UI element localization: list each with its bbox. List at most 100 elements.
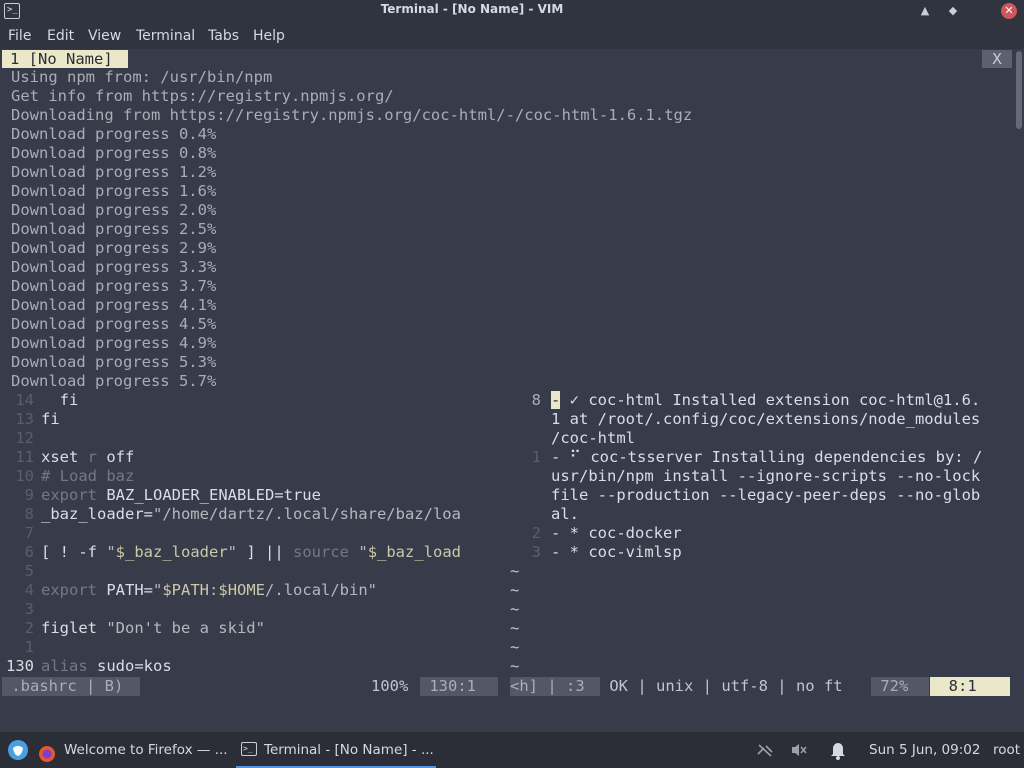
code-line: export PATH="$PATH:$HOME/.local/bin" xyxy=(41,581,378,599)
notification-bell-icon[interactable] xyxy=(829,740,847,764)
volume-muted-icon[interactable] xyxy=(790,742,808,762)
extension-line: al. xyxy=(551,505,579,523)
output-line: Download progress 4.5% xyxy=(11,315,217,333)
statusline-right-position: 8:1 xyxy=(930,677,1010,696)
window-title: Terminal - [No Name] - VIM xyxy=(380,2,564,16)
output-line: Download progress 2.5% xyxy=(11,220,217,238)
line-number: 11 xyxy=(15,448,34,466)
output-line: Get info from https://registry.npmjs.org… xyxy=(11,87,394,105)
statusline-left-percent: 100% xyxy=(371,677,409,695)
empty-line-tilde: ~ xyxy=(510,638,520,656)
output-line: Download progress 0.8% xyxy=(11,144,217,162)
output-line: Download progress 4.1% xyxy=(11,296,217,314)
code-line: figlet "Don't be a skid" xyxy=(41,619,265,637)
line-number: 3 xyxy=(24,600,34,618)
clock[interactable]: Sun 5 Jun, 09:02 xyxy=(869,732,980,768)
line-number: 9 xyxy=(24,486,34,504)
terminal-scrollbar[interactable] xyxy=(1016,51,1022,129)
line-number: 6 xyxy=(24,543,34,561)
line-number: 1 xyxy=(24,638,34,656)
line-number: 12 xyxy=(15,429,34,447)
output-line: Downloading from https://registry.npmjs.… xyxy=(11,106,693,124)
output-line: Download progress 0.4% xyxy=(11,125,217,143)
code-line: xset r off xyxy=(41,448,135,466)
terminal-icon: >_ xyxy=(241,742,257,756)
whisker-menu-icon[interactable] xyxy=(7,739,29,765)
output-line: Download progress 3.3% xyxy=(11,258,217,276)
cursor: - xyxy=(551,391,561,409)
extension-line: - ✓ coc-html Installed extension coc-htm… xyxy=(551,391,981,409)
code-line: fi xyxy=(41,391,79,409)
line-number: 13 xyxy=(15,410,34,428)
taskbar-firefox-item[interactable]: Welcome to Firefox — ... xyxy=(36,732,232,768)
menu-view[interactable]: View xyxy=(88,28,121,44)
statusline-left-file: .bashrc | B) xyxy=(2,677,140,696)
close-button[interactable]: ✕ xyxy=(1001,3,1017,19)
vim-statusline: .bashrc | B) 100% 130:1 <h] | :3 OK | un… xyxy=(0,677,1024,696)
code-line: fi xyxy=(41,410,60,428)
menu-edit[interactable]: Edit xyxy=(47,28,74,44)
extension-line: /coc-html xyxy=(551,429,635,447)
statusline-left-position: 130:1 xyxy=(420,677,498,696)
code-line: export BAZ_LOADER_ENABLED=true xyxy=(41,486,321,504)
output-line: Download progress 1.2% xyxy=(11,163,217,181)
extension-line: - ⠋ coc-tsserver Installing dependencies… xyxy=(551,448,983,466)
line-number: 14 xyxy=(15,391,34,409)
extension-line: file --production --legacy-peer-deps --n… xyxy=(551,486,981,504)
code-line: [ ! -f "$_baz_loader" ] || source "$_baz… xyxy=(41,543,462,561)
empty-line-tilde: ~ xyxy=(510,657,520,675)
menu-bar: File Edit View Terminal Tabs Help xyxy=(0,22,1024,49)
menu-terminal[interactable]: Terminal xyxy=(136,28,195,44)
vim-tab-close-button[interactable]: X xyxy=(982,50,1012,68)
output-line: Download progress 5.3% xyxy=(11,353,217,371)
minimize-button[interactable]: ▲ xyxy=(917,3,933,19)
line-number: 10 xyxy=(15,467,34,485)
output-line: Download progress 2.0% xyxy=(11,201,217,219)
taskbar: Welcome to Firefox — ... >_ Terminal - [… xyxy=(0,732,1024,768)
menu-file[interactable]: File xyxy=(8,28,31,44)
statusline-right-info: OK | unix | utf-8 | no ft xyxy=(600,677,852,695)
terminal-area[interactable]: 1 [No Name] X Using npm from: /usr/bin/n… xyxy=(0,49,1024,732)
taskbar-firefox-label: Welcome to Firefox — ... xyxy=(64,742,228,758)
empty-line-tilde: ~ xyxy=(510,600,520,618)
statusline-right-percent: 72% xyxy=(871,677,929,696)
output-line: Using npm from: /usr/bin/npm xyxy=(11,68,273,86)
window-title-bar: >_ Terminal - [No Name] - VIM ▲ ◆ ✕ xyxy=(0,0,1024,22)
extension-line: 1 at /root/.config/coc/extensions/node_m… xyxy=(551,410,981,428)
line-number: 8 xyxy=(24,505,34,523)
line-number: 4 xyxy=(24,581,34,599)
code-line: # Load baz xyxy=(41,467,135,485)
extension-line: - * coc-vimlsp xyxy=(551,543,682,561)
code-line: alias sudo=kos xyxy=(41,657,172,675)
line-number: 1 xyxy=(531,448,541,466)
menu-tabs[interactable]: Tabs xyxy=(208,28,239,44)
vim-tab-1[interactable]: 1 [No Name] xyxy=(2,50,128,68)
line-number: 3 xyxy=(531,543,541,561)
menu-help[interactable]: Help xyxy=(253,28,285,44)
firefox-icon xyxy=(38,741,56,768)
output-line: Download progress 3.7% xyxy=(11,277,217,295)
line-number: 2 xyxy=(24,619,34,637)
empty-line-tilde: ~ xyxy=(510,581,520,599)
maximize-button[interactable]: ◆ xyxy=(945,3,961,19)
output-line: Download progress 4.9% xyxy=(11,334,217,352)
line-number: 5 xyxy=(24,562,34,580)
line-number: 130 xyxy=(6,657,34,675)
output-line: Download progress 2.9% xyxy=(11,239,217,257)
output-line: Download progress 1.6% xyxy=(11,182,217,200)
output-line: Download progress 5.7% xyxy=(11,372,217,390)
network-disconnected-icon[interactable] xyxy=(756,742,774,762)
empty-line-tilde: ~ xyxy=(510,562,520,580)
taskbar-terminal-label: Terminal - [No Name] - ... xyxy=(264,742,434,758)
empty-line-tilde: ~ xyxy=(510,619,520,637)
line-number: 2 xyxy=(531,524,541,542)
line-number: 8 xyxy=(531,391,541,409)
vim-tabline: 1 [No Name] X xyxy=(0,49,1024,68)
extension-line: - * coc-docker xyxy=(551,524,682,542)
code-line: _baz_loader="/home/dartz/.local/share/ba… xyxy=(41,505,461,523)
statusline-right-mode: <h] | :3 xyxy=(510,677,600,696)
line-number: 7 xyxy=(24,524,34,542)
taskbar-terminal-item[interactable]: >_ Terminal - [No Name] - ... xyxy=(236,732,436,768)
user-label[interactable]: root xyxy=(993,732,1020,768)
extension-line: usr/bin/npm install --ignore-scripts --n… xyxy=(551,467,981,485)
